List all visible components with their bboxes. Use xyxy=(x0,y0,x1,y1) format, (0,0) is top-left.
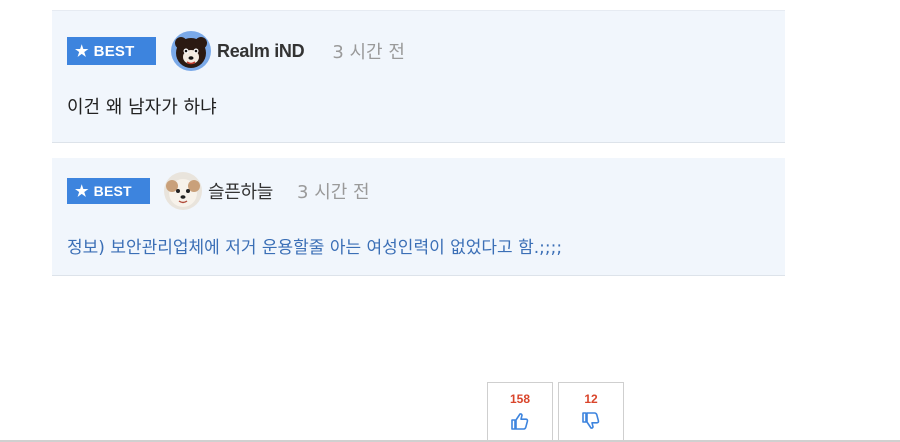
timestamp: 3 시간 전 xyxy=(332,42,405,63)
star-icon: ★ xyxy=(75,42,89,60)
best-badge-label: BEST xyxy=(93,183,132,199)
thumbs-up-icon xyxy=(511,413,529,430)
best-badge: ★ BEST xyxy=(67,178,150,204)
comment-text: 정보) 보안관리업체에 저거 운용할줄 아는 여성인력이 없었다고 함.;;;; xyxy=(67,238,563,258)
best-comment: ★ BEST Realm iND 3 시간 전 이건 왜 남자가 하냐 xyxy=(52,10,785,143)
downvote-button[interactable]: 12 xyxy=(558,382,624,442)
nickname[interactable]: 슬픈하늘 xyxy=(208,178,273,204)
best-badge-label: BEST xyxy=(93,42,135,60)
upvote-count: 158 xyxy=(509,392,531,406)
comment-header: ★ BEST 슬픈하늘 3 시간 전 xyxy=(67,171,370,211)
avatar[interactable] xyxy=(164,172,202,210)
comment-text: 이건 왜 남자가 하냐 xyxy=(67,97,217,118)
timestamp: 3 시간 전 xyxy=(297,182,370,203)
thumbs-down-icon xyxy=(582,412,600,429)
upvote-button[interactable]: 158 xyxy=(487,382,553,442)
downvote-count: 12 xyxy=(584,392,598,406)
best-comment: ★ BEST 슬픈하늘 3 시간 전 정보) 보안관리업체에 저거 운용할줄 아… xyxy=(52,158,785,276)
avatar[interactable] xyxy=(171,31,211,71)
best-badge: ★ BEST xyxy=(67,37,156,65)
comments-page: ★ BEST Realm iND 3 시간 전 이건 왜 남자가 하냐 ★ BE… xyxy=(0,0,900,442)
nickname[interactable]: Realm iND xyxy=(217,41,305,62)
comment-header: ★ BEST Realm iND 3 시간 전 xyxy=(67,31,405,71)
star-icon: ★ xyxy=(75,182,89,200)
